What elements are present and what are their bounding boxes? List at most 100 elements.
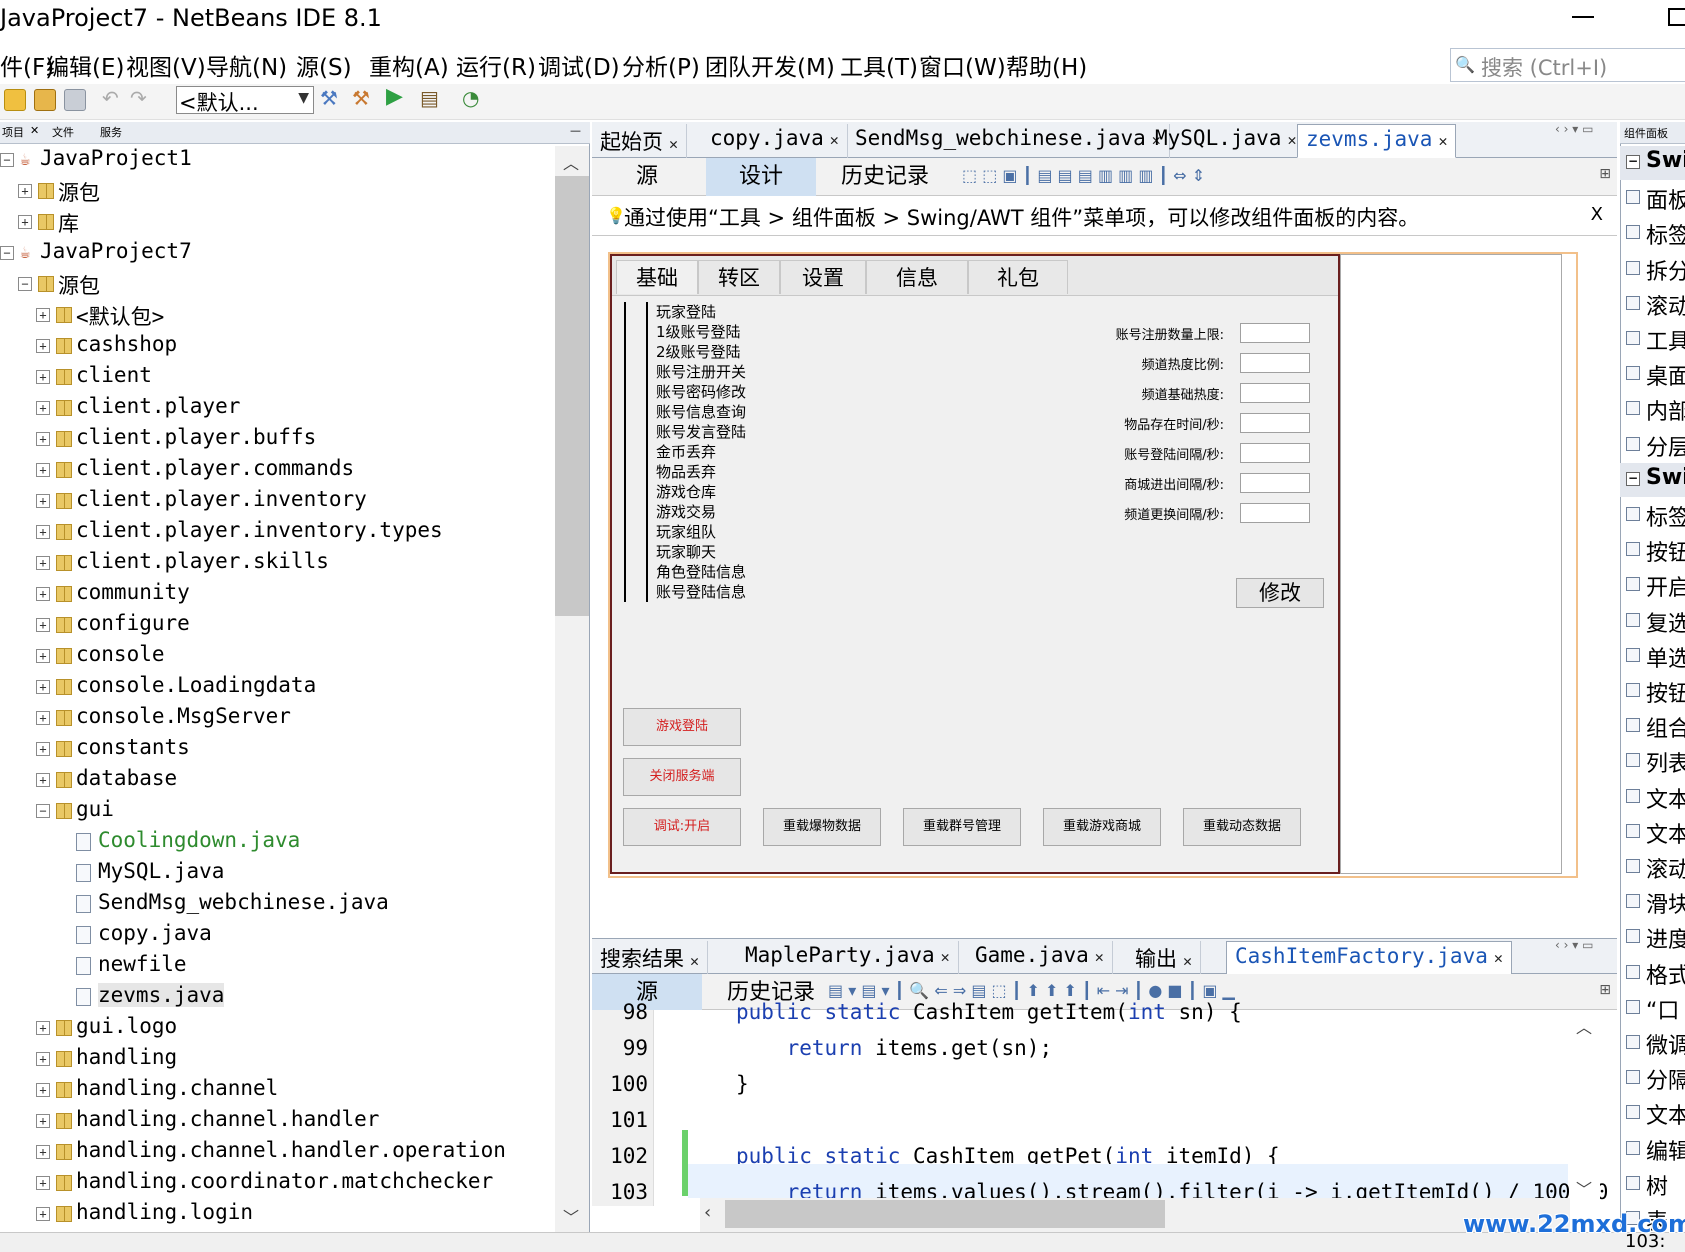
palette-item[interactable]: 树 bbox=[1620, 1167, 1685, 1201]
function-list-item[interactable]: 账号登陆信息 bbox=[656, 582, 746, 602]
close-icon[interactable]: ✕ bbox=[690, 952, 699, 970]
collapse-icon[interactable]: − bbox=[1626, 155, 1640, 169]
expand-icon[interactable]: + bbox=[36, 742, 50, 756]
palette-item[interactable]: “口 bbox=[1620, 991, 1685, 1025]
form-tab[interactable]: 基础 bbox=[616, 260, 698, 294]
scroll-left-icon[interactable]: ‹ bbox=[704, 1202, 711, 1223]
expand-icon[interactable]: + bbox=[36, 1145, 50, 1159]
tree-item[interactable]: + client.player.inventory bbox=[0, 487, 555, 518]
palette-item[interactable]: 内部 bbox=[1620, 392, 1685, 426]
code-horizontal-scrollbar[interactable]: ‹ bbox=[700, 1198, 1570, 1232]
tree-item[interactable]: zevms.java bbox=[0, 983, 555, 1014]
function-list-item[interactable]: 玩家聊天 bbox=[656, 542, 716, 562]
menu-item[interactable]: 重构(A) bbox=[369, 48, 449, 82]
palette-item[interactable]: 滚动 bbox=[1620, 850, 1685, 884]
horizontal-scrollbar-thumb[interactable] bbox=[725, 1200, 1165, 1228]
tab-nav-arrows-icon[interactable]: ‹ › ▾ ▭ bbox=[1555, 122, 1593, 136]
editor-tab[interactable]: zevms.java ✕ bbox=[1297, 124, 1457, 158]
editor-tab[interactable]: 起始页 ✕ bbox=[592, 124, 688, 158]
tree-item[interactable]: + client.player.inventory.types bbox=[0, 518, 555, 549]
collapse-icon[interactable]: − bbox=[18, 277, 32, 291]
palette-category[interactable]: −Swi bbox=[1620, 146, 1685, 180]
close-icon[interactable]: ✕ bbox=[1287, 131, 1296, 149]
menu-item[interactable]: 编辑(E) bbox=[46, 48, 124, 82]
palette-item[interactable]: 格式 bbox=[1620, 956, 1685, 990]
scrollbar-thumb[interactable] bbox=[555, 176, 589, 616]
redo-icon[interactable]: ↷ bbox=[130, 86, 152, 110]
function-list-item[interactable]: 玩家组队 bbox=[656, 522, 716, 542]
expand-icon[interactable]: + bbox=[18, 215, 32, 229]
menu-item[interactable]: 源(S) bbox=[296, 48, 352, 82]
menu-item[interactable]: 分析(P) bbox=[622, 48, 700, 82]
search-input[interactable]: 🔍 搜索 (Ctrl+I) bbox=[1450, 48, 1685, 82]
editor-tab[interactable]: 输出 ✕ bbox=[1127, 941, 1202, 975]
save-all-icon[interactable] bbox=[64, 89, 86, 111]
function-list-item[interactable]: 账号信息查询 bbox=[656, 402, 746, 422]
function-list-item[interactable]: 角色登陆信息 bbox=[656, 562, 746, 582]
minimize-panel-icon[interactable]: — bbox=[570, 124, 581, 137]
tree-item[interactable]: + client.player.buffs bbox=[0, 425, 555, 456]
function-list-item[interactable]: 账号注册开关 bbox=[656, 362, 746, 382]
palette-item[interactable]: 文本 bbox=[1620, 780, 1685, 814]
code-vertical-scrollbar[interactable]: ︿ ﹀ bbox=[1570, 1010, 1600, 1206]
palette-item[interactable]: 进度 bbox=[1620, 920, 1685, 954]
design-tools-icon[interactable]: ⬚ ⬚ ▣ ┃ ▤ ▤ ▤ ▥ ▥ ▥ ┃ ⇔ ⇕ bbox=[962, 166, 1205, 185]
tree-item[interactable]: − gui bbox=[0, 797, 555, 828]
scroll-down-icon[interactable]: ﹀ bbox=[563, 1204, 579, 1228]
expand-icon[interactable]: + bbox=[36, 525, 50, 539]
tree-item[interactable]: + handling.channel bbox=[0, 1076, 555, 1107]
undo-icon[interactable]: ↶ bbox=[102, 86, 124, 110]
tree-item[interactable]: + 库 bbox=[0, 208, 555, 239]
tree-item[interactable]: + handling.coordinator.matchchecker bbox=[0, 1169, 555, 1200]
field-input[interactable] bbox=[1240, 383, 1310, 403]
game-login-button[interactable]: 游戏登陆 bbox=[623, 708, 741, 746]
tab-services[interactable]: 服务 bbox=[100, 124, 122, 140]
collapse-icon[interactable]: − bbox=[36, 804, 50, 818]
palette-item[interactable]: 工具 bbox=[1620, 322, 1685, 356]
tree-item[interactable]: + client bbox=[0, 363, 555, 394]
expand-icon[interactable]: + bbox=[36, 339, 50, 353]
tab-files[interactable]: 文件 bbox=[52, 124, 74, 140]
palette-item[interactable]: 滑块 bbox=[1620, 885, 1685, 919]
palette-item[interactable]: 单选 bbox=[1620, 639, 1685, 673]
tree-item[interactable]: + handling.channel.handler bbox=[0, 1107, 555, 1138]
tree-item[interactable]: MySQL.java bbox=[0, 859, 555, 890]
function-list-item[interactable]: 1级账号登陆 bbox=[656, 322, 741, 342]
expand-icon[interactable]: + bbox=[36, 1083, 50, 1097]
expand-icon[interactable]: + bbox=[36, 308, 50, 322]
expand-icon[interactable]: + bbox=[36, 680, 50, 694]
tree-item[interactable]: + configure bbox=[0, 611, 555, 642]
function-list-item[interactable]: 账号发言登陆 bbox=[656, 422, 746, 442]
view-tab-design[interactable]: 设计 bbox=[706, 158, 816, 196]
menu-item[interactable]: 视图(V) bbox=[126, 48, 206, 82]
tree-item[interactable]: SendMsg_webchinese.java bbox=[0, 890, 555, 921]
debug-toggle-button[interactable]: 调试:开启 bbox=[623, 808, 741, 846]
tree-item[interactable]: + console.Loadingdata bbox=[0, 673, 555, 704]
close-icon[interactable]: ✕ bbox=[1095, 948, 1104, 966]
reload-dynamic-data-button[interactable]: 重载动态数据 bbox=[1183, 808, 1301, 846]
editor-tab[interactable]: MapleParty.java ✕ bbox=[737, 941, 959, 975]
tree-item[interactable]: + client.player.commands bbox=[0, 456, 555, 487]
palette-item[interactable]: 复选 bbox=[1620, 604, 1685, 638]
palette-item[interactable]: 编辑 bbox=[1620, 1132, 1685, 1166]
expand-icon[interactable]: + bbox=[36, 1114, 50, 1128]
palette-item[interactable]: 标签 bbox=[1620, 216, 1685, 250]
bottom-split-icon[interactable]: ⊞ bbox=[1599, 982, 1611, 998]
menu-item[interactable]: 调试(D) bbox=[538, 48, 620, 82]
close-icon[interactable]: ✕ bbox=[941, 948, 950, 966]
close-server-button[interactable]: 关闭服务端 bbox=[623, 758, 741, 796]
palette-item[interactable]: 桌面 bbox=[1620, 357, 1685, 391]
expand-icon[interactable]: + bbox=[36, 432, 50, 446]
editor-tab[interactable]: SendMsg_webchinese.java ✕ bbox=[847, 124, 1170, 158]
tab-projects[interactable]: 项目 bbox=[2, 124, 24, 140]
collapse-icon[interactable]: − bbox=[1626, 471, 1640, 486]
tree-item[interactable]: + constants bbox=[0, 735, 555, 766]
scroll-down-icon[interactable]: ﹀ bbox=[1576, 1176, 1592, 1200]
tree-item[interactable]: Coolingdown.java bbox=[0, 828, 555, 859]
collapse-icon[interactable]: − bbox=[0, 246, 14, 260]
run-icon[interactable]: ▶ bbox=[386, 84, 408, 109]
editor-tab[interactable]: Game.java ✕ bbox=[967, 941, 1113, 975]
build-icon[interactable]: ⚒ bbox=[320, 86, 342, 110]
modify-button[interactable]: 修改 bbox=[1236, 578, 1324, 608]
tree-item[interactable]: + database bbox=[0, 766, 555, 797]
